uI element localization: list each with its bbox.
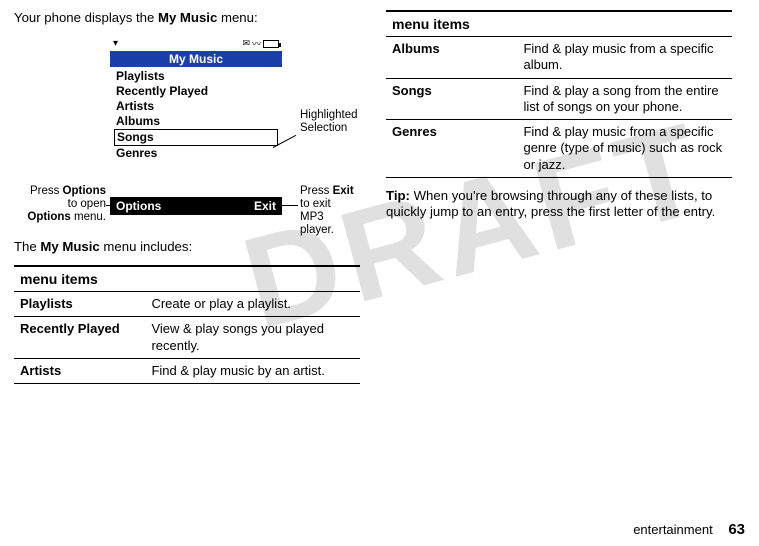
signal-icon: ▾ — [113, 38, 118, 49]
menu-item[interactable]: Albums — [114, 114, 278, 129]
menu-item-selected[interactable]: Songs — [114, 129, 278, 146]
vibe-icon: 〰 — [252, 37, 261, 50]
tip-text: When you're browsing through any of thes… — [386, 188, 715, 220]
menu-table-left: menu items PlaylistsCreate or play a pla… — [14, 265, 360, 384]
menu-table-right: menu items AlbumsFind & play music from … — [386, 10, 732, 178]
intro-post: menu: — [217, 10, 257, 25]
table-row: AlbumsFind & play music from a specific … — [386, 37, 732, 79]
footer-page: 63 — [728, 521, 745, 538]
tip-label: Tip: — [386, 188, 410, 203]
table-header: menu items — [386, 11, 732, 37]
phone-title: My Music — [110, 51, 282, 67]
battery-icon — [263, 40, 279, 48]
phone-screen: ▾ ✉ 〰 My Music Playlists Recently Played… — [110, 37, 282, 215]
softkey-options[interactable]: Options — [116, 199, 161, 213]
menu-item[interactable]: Genres — [114, 146, 278, 161]
callout-highlighted: HighlightedSelection — [300, 109, 358, 135]
menu-item[interactable]: Artists — [114, 99, 278, 114]
softkey-bar: Options Exit — [110, 197, 282, 215]
inc-post: menu includes: — [100, 239, 192, 254]
softkey-exit[interactable]: Exit — [254, 199, 276, 213]
callout-options: Press Optionsto openOptions menu. — [14, 185, 106, 225]
page-footer: entertainment 63 — [633, 521, 745, 538]
status-bar: ▾ ✉ 〰 — [110, 37, 282, 51]
menu-item[interactable]: Playlists — [114, 69, 278, 84]
right-column: menu items AlbumsFind & play music from … — [386, 10, 732, 384]
table-header: menu items — [14, 266, 360, 292]
intro-pre: Your phone displays the — [14, 10, 158, 25]
includes-text: The My Music menu includes: — [14, 239, 360, 256]
inc-pre: The — [14, 239, 40, 254]
phone-illustration: ▾ ✉ 〰 My Music Playlists Recently Played… — [14, 37, 360, 221]
phone-menu-list: Playlists Recently Played Artists Albums… — [110, 67, 282, 197]
intro-text: Your phone displays the My Music menu: — [14, 10, 360, 27]
intro-bold: My Music — [158, 10, 217, 25]
left-column: Your phone displays the My Music menu: ▾… — [14, 10, 360, 384]
table-row: ArtistsFind & play music by an artist. — [14, 358, 360, 383]
inc-bold: My Music — [40, 239, 99, 254]
menu-item[interactable]: Recently Played — [114, 84, 278, 99]
tip-paragraph: Tip: When you're browsing through any of… — [386, 188, 732, 221]
table-row: SongsFind & play a song from the entire … — [386, 78, 732, 120]
table-row: Recently PlayedView & play songs you pla… — [14, 317, 360, 359]
callout-line — [106, 205, 116, 206]
table-row: GenresFind & play music from a specific … — [386, 120, 732, 178]
callout-exit: Press Exitto exitMP3 player. — [300, 185, 360, 238]
callout-line — [282, 205, 298, 206]
table-row: PlaylistsCreate or play a playlist. — [14, 292, 360, 317]
msg-icon: ✉ — [242, 38, 250, 49]
footer-section: entertainment — [633, 522, 713, 537]
